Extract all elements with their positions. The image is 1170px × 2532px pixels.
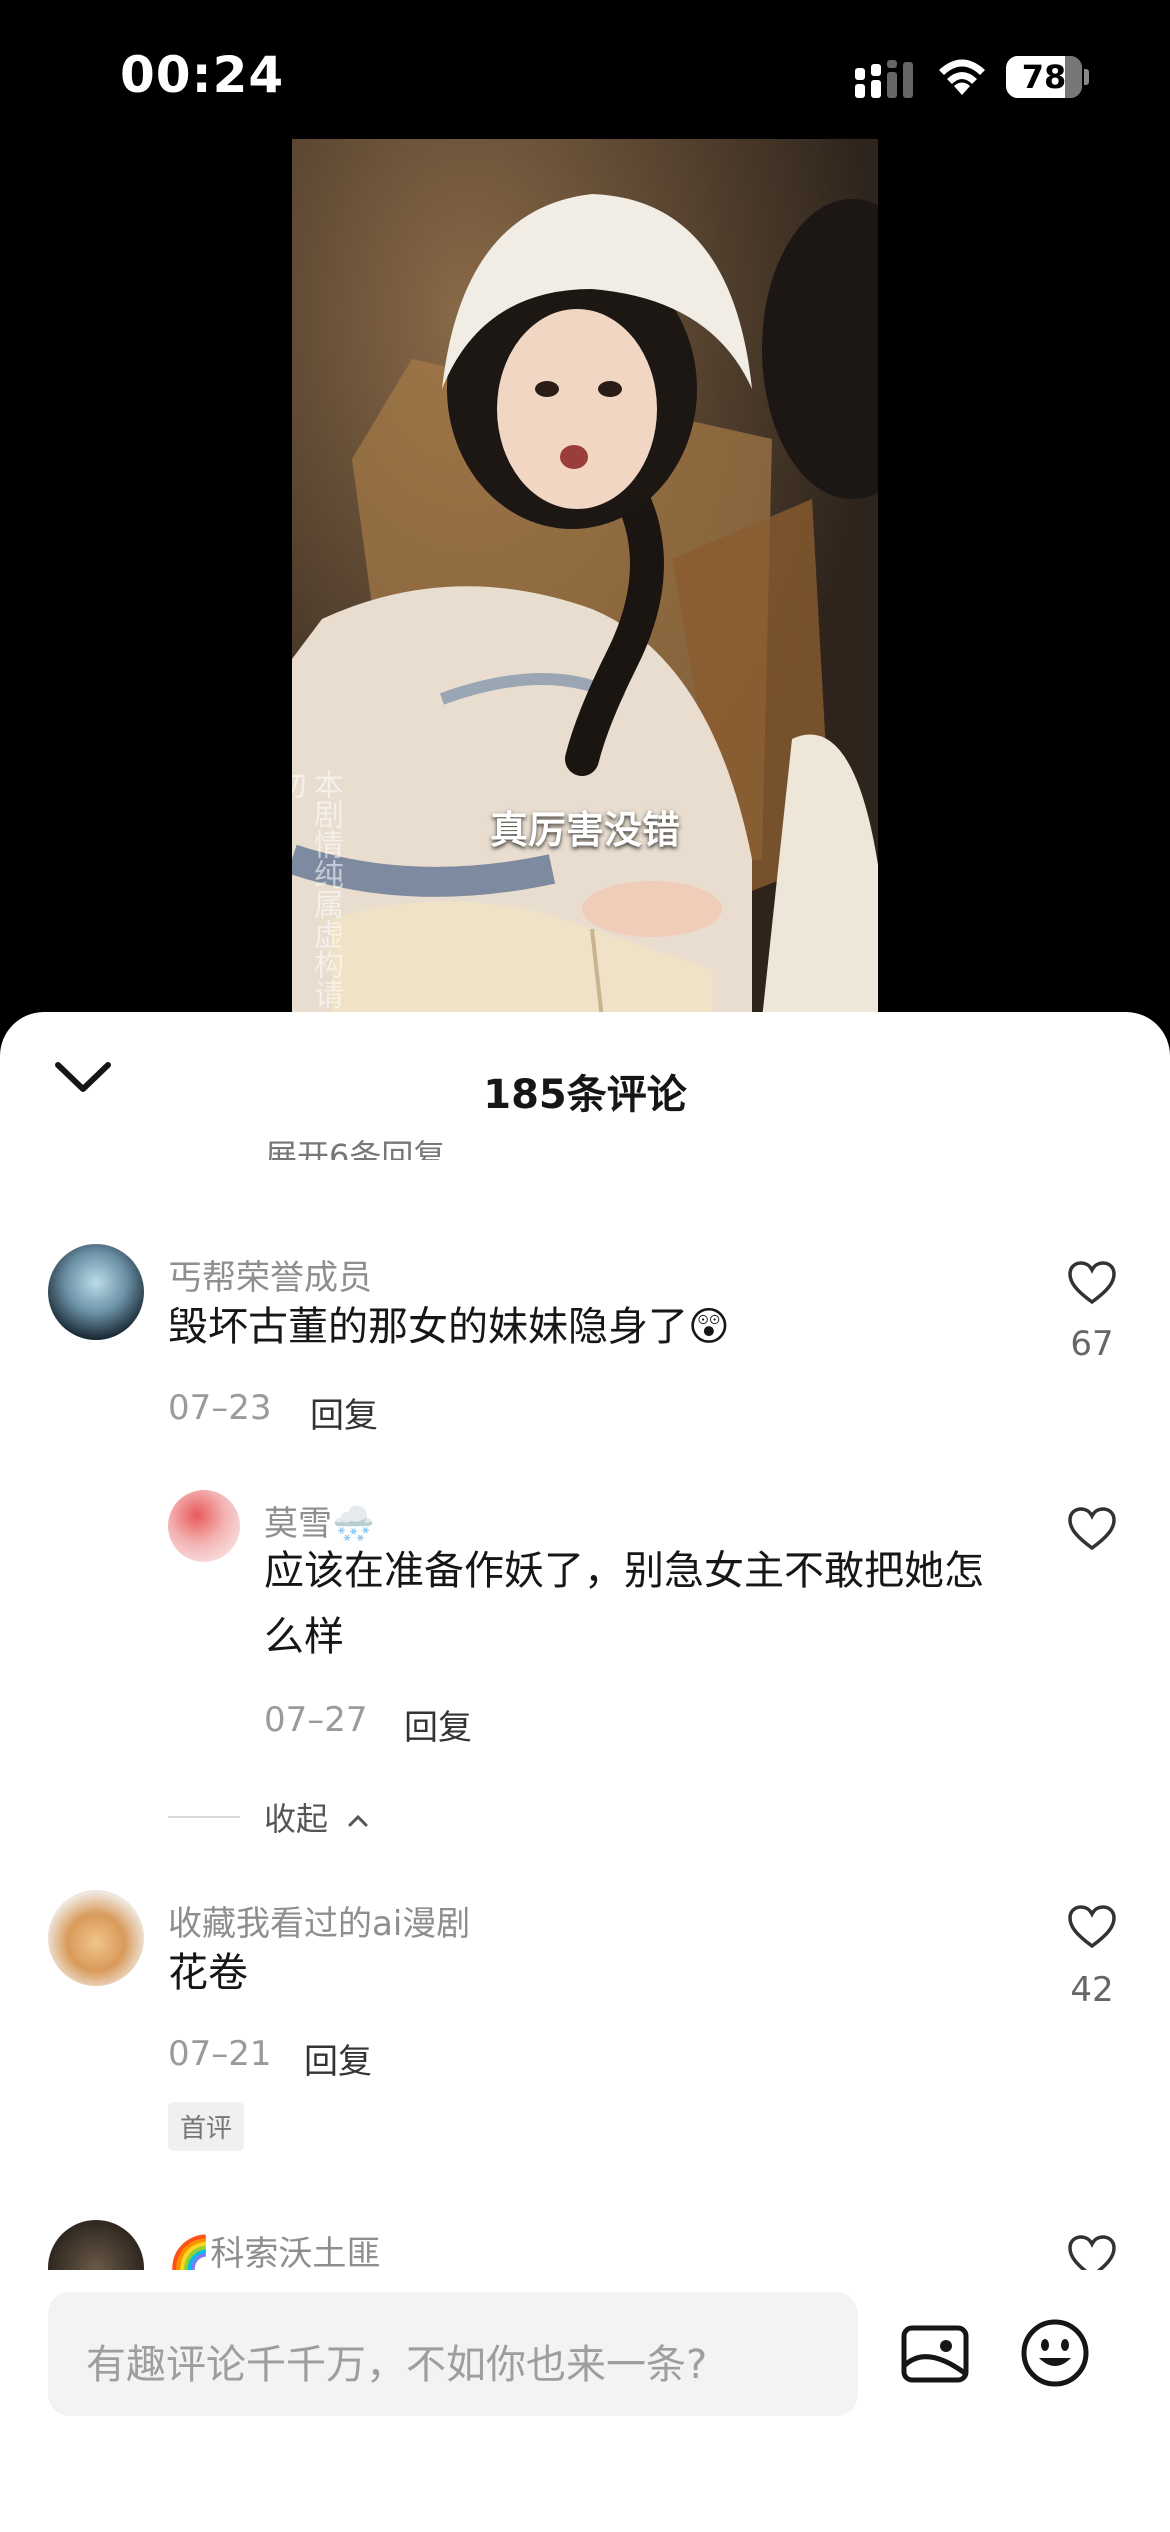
status-bar: 00:24 78 (0, 0, 1170, 140)
comment-input-placeholder: 有趣评论千千万，不如你也来一条? (86, 2342, 708, 2388)
divider (168, 1816, 240, 1818)
heart-icon[interactable] (1067, 2234, 1117, 2270)
comment-input[interactable]: 有趣评论千千万，不如你也来一条? (48, 2292, 858, 2416)
expand-replies-link[interactable]: 展开6条回复 (265, 1132, 445, 1160)
video-player[interactable]: 本剧情纯属虚构请勿 真厉害没错 (292, 139, 878, 1019)
first-comment-badge: 首评 (168, 2102, 245, 2151)
collapse-label: 收起 (264, 1800, 329, 1838)
like-count: 42 (1070, 1970, 1114, 2010)
comment-text: 花卷 (168, 1950, 248, 1996)
reply-button[interactable]: 回复 (404, 1700, 472, 1749)
video-subtitle: 真厉害没错 (489, 808, 680, 852)
avatar[interactable] (48, 1890, 144, 1986)
like-count: 67 (1070, 1324, 1114, 1364)
image-picker-icon[interactable] (900, 2322, 970, 2386)
video-frame (292, 139, 878, 1019)
emoji-icon[interactable] (1020, 2318, 1090, 2388)
heart-icon[interactable] (1067, 1506, 1117, 1552)
comments-count-title: 185条评论 (483, 1072, 687, 1118)
comment-username[interactable]: 收藏我看过的ai漫剧 (168, 1896, 470, 1945)
chevron-up-icon (348, 1814, 368, 1827)
heart-icon[interactable] (1067, 1260, 1117, 1306)
battery-level: 78 (1021, 58, 1067, 96)
battery-icon: 78 (1006, 56, 1090, 98)
reply-button[interactable]: 回复 (304, 2034, 372, 2083)
status-time: 00:24 (120, 46, 285, 104)
comment-username[interactable]: 丐帮荣誉成员 (168, 1250, 372, 1299)
comment-date: 07–21 (168, 2034, 272, 2074)
avatar[interactable] (48, 1244, 144, 1340)
cellular-signal-icon (855, 60, 913, 98)
reply-button[interactable]: 回复 (310, 1388, 378, 1437)
comment-username[interactable]: 🌈科索沃土匪 (168, 2226, 380, 2270)
collapse-replies-button[interactable]: 收起 (264, 1794, 370, 1840)
comment-date: 07–23 (168, 1388, 272, 1428)
reply-date: 07–27 (264, 1700, 368, 1740)
reply-text: 应该在准备作妖了，别急女主不敢把她怎么样 (264, 1548, 984, 1660)
avatar[interactable] (48, 2220, 144, 2270)
heart-icon[interactable] (1067, 1904, 1117, 1950)
wifi-icon (939, 59, 985, 95)
comment-text: 毁坏古董的那女的妹妹隐身了😲 (168, 1304, 730, 1350)
comments-list[interactable]: 展开6条回复 丐帮荣誉成员 毁坏古董的那女的妹妹隐身了😲 07–23 回复 67… (0, 1130, 1170, 2270)
avatar[interactable] (168, 1490, 240, 1562)
sheet-header: 185条评论 (0, 1012, 1170, 1142)
